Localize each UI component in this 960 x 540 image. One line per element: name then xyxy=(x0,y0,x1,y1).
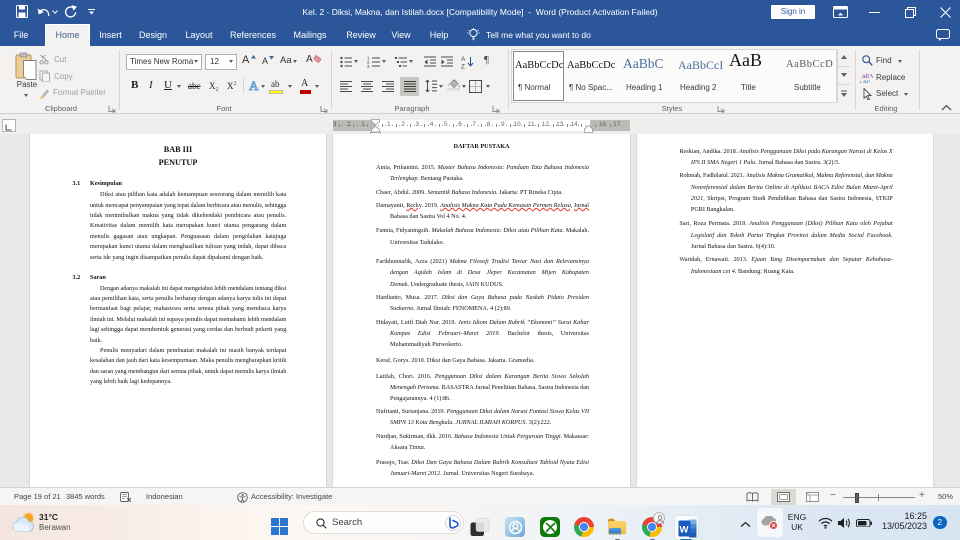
svg-text:3: 3 xyxy=(367,64,370,68)
svg-text:Z: Z xyxy=(461,64,465,70)
svg-text:ac: ac xyxy=(863,79,871,83)
svg-text:W: W xyxy=(679,524,688,535)
svg-text:A: A xyxy=(249,79,259,92)
svg-text:A: A xyxy=(461,56,466,63)
